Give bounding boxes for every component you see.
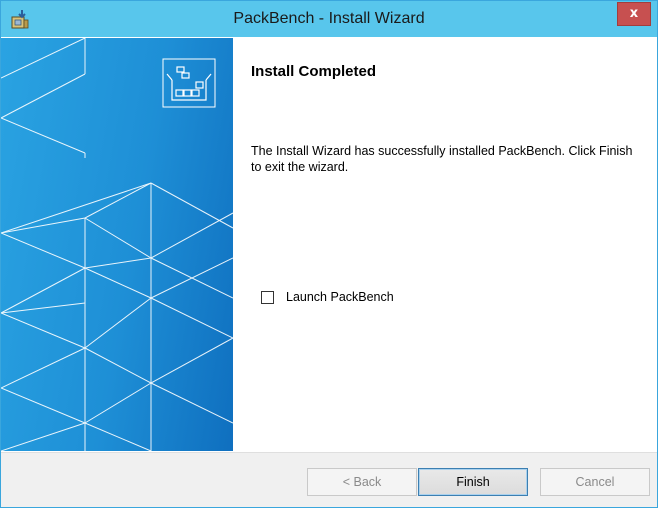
wizard-footer: < Back Finish Cancel: [1, 452, 657, 507]
wizard-content: Install Completed The Install Wizard has…: [233, 38, 657, 451]
cancel-button[interactable]: Cancel: [540, 468, 650, 496]
close-button[interactable]: x: [617, 2, 651, 26]
page-title: Install Completed: [251, 63, 377, 80]
launch-checkbox-label[interactable]: Launch PackBench: [286, 290, 394, 304]
wizard-banner: [1, 38, 233, 451]
back-button[interactable]: < Back: [307, 468, 417, 496]
window-title: PackBench - Install Wizard: [233, 10, 425, 27]
finish-button[interactable]: Finish: [418, 468, 528, 496]
completion-message: The Install Wizard has successfully inst…: [251, 144, 633, 174]
title-bar[interactable]: PackBench - Install Wizard x: [1, 1, 657, 37]
launch-option[interactable]: Launch PackBench: [261, 289, 394, 305]
install-wizard-window: PackBench - Install Wizard x Install Com…: [0, 0, 658, 508]
launch-checkbox[interactable]: [261, 290, 274, 304]
